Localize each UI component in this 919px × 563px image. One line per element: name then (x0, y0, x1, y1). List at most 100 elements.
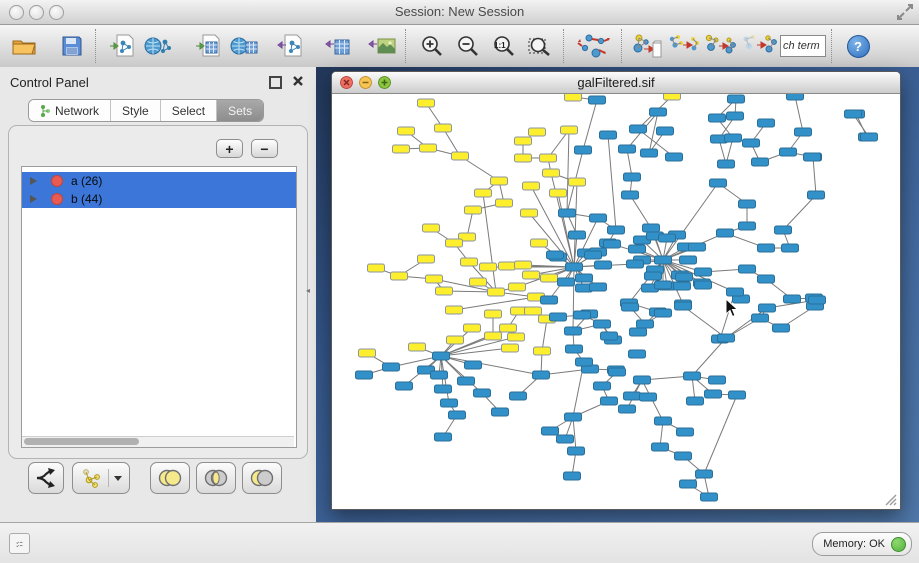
graph-node[interactable] (728, 95, 745, 103)
remove-set-button[interactable]: − (251, 139, 278, 158)
graph-node[interactable] (725, 134, 742, 142)
graph-node[interactable] (752, 314, 769, 322)
list-item-set-b[interactable]: b (44) (22, 190, 296, 208)
graph-node[interactable] (624, 392, 641, 400)
graph-node[interactable] (426, 275, 443, 283)
graph-node[interactable] (601, 332, 618, 340)
graph-node[interactable] (521, 209, 538, 217)
new-network-from-selection-selected-edges-button[interactable] (666, 28, 702, 64)
graph-node[interactable] (666, 153, 683, 161)
graph-node[interactable] (629, 245, 646, 253)
graph-node[interactable] (541, 274, 558, 282)
graph-node[interactable] (695, 281, 712, 289)
union-sets-button[interactable] (150, 462, 190, 494)
graph-node[interactable] (447, 336, 464, 344)
graph-node[interactable] (627, 260, 644, 268)
graph-node[interactable] (655, 309, 672, 317)
intersect-sets-button[interactable] (196, 462, 236, 494)
graph-node[interactable] (523, 271, 540, 279)
zoom-in-button[interactable] (414, 28, 450, 64)
graph-node[interactable] (569, 178, 586, 186)
graph-node[interactable] (435, 385, 452, 393)
graph-node[interactable] (543, 169, 560, 177)
graph-node[interactable] (485, 310, 502, 318)
graph-node[interactable] (845, 110, 862, 118)
graph-node[interactable] (452, 152, 469, 160)
graph-node[interactable] (565, 413, 582, 421)
graph-node[interactable] (759, 304, 776, 312)
graph-node[interactable] (804, 153, 821, 161)
graph-node[interactable] (509, 283, 526, 291)
graph-node[interactable] (531, 239, 548, 247)
graph-node[interactable] (676, 273, 693, 281)
graph-node[interactable] (491, 177, 508, 185)
graph-node[interactable] (619, 405, 636, 413)
graph-node[interactable] (809, 296, 826, 304)
graph-node[interactable] (687, 397, 704, 405)
graph-node[interactable] (393, 145, 410, 153)
graph-node[interactable] (630, 125, 647, 133)
graph-node[interactable] (709, 376, 726, 384)
graph-node[interactable] (629, 350, 646, 358)
export-table-button[interactable] (320, 28, 356, 64)
graph-node[interactable] (433, 352, 450, 360)
graph-node[interactable] (739, 265, 756, 273)
graph-node[interactable] (675, 302, 692, 310)
graph-node[interactable] (550, 189, 567, 197)
graph-node[interactable] (515, 137, 532, 145)
graph-node[interactable] (655, 417, 672, 425)
graph-node[interactable] (464, 324, 481, 332)
new-network-from-selection-button[interactable] (702, 28, 738, 64)
open-session-button[interactable] (6, 28, 42, 64)
graph-node[interactable] (784, 295, 801, 303)
graph-node[interactable] (525, 307, 542, 315)
import-network-url-button[interactable] (140, 28, 176, 64)
graph-node[interactable] (773, 324, 790, 332)
graph-node[interactable] (780, 148, 797, 156)
graph-node[interactable] (568, 447, 585, 455)
graph-node[interactable] (576, 274, 593, 282)
list-item-set-a[interactable]: a (26) (22, 172, 296, 190)
graph-node[interactable] (431, 371, 448, 379)
graph-node[interactable] (652, 443, 669, 451)
graph-node[interactable] (589, 96, 606, 104)
graph-node[interactable] (550, 313, 567, 321)
graph-node[interactable] (423, 224, 440, 232)
graph-node[interactable] (861, 133, 878, 141)
apply-layout-button[interactable] (572, 28, 616, 64)
graph-node[interactable] (585, 251, 602, 259)
graph-node[interactable] (677, 428, 694, 436)
graph-node[interactable] (743, 139, 760, 147)
fullscreen-icon[interactable] (896, 3, 914, 21)
graph-node[interactable] (705, 390, 722, 398)
graph-node[interactable] (435, 433, 452, 441)
graph-node[interactable] (458, 377, 475, 385)
graph-node[interactable] (609, 368, 626, 376)
graph-node[interactable] (561, 126, 578, 134)
graph-node[interactable] (758, 119, 775, 127)
graph-node[interactable] (435, 124, 452, 132)
tab-sets[interactable]: Sets (217, 100, 263, 121)
search-input[interactable] (780, 35, 826, 57)
zoom-out-button[interactable] (450, 28, 486, 64)
graph-node[interactable] (500, 324, 517, 332)
graph-node[interactable] (674, 282, 691, 290)
graph-node[interactable] (640, 393, 657, 401)
first-neighbors-button[interactable] (738, 28, 780, 64)
graph-node[interactable] (508, 333, 525, 341)
graph-node[interactable] (474, 389, 491, 397)
graph-node[interactable] (675, 452, 692, 460)
graph-node[interactable] (604, 240, 621, 248)
graph-node[interactable] (488, 288, 505, 296)
graph-node[interactable] (710, 179, 727, 187)
graph-node[interactable] (795, 128, 812, 136)
graph-node[interactable] (717, 229, 734, 237)
graph-node[interactable] (465, 206, 482, 214)
graph-node[interactable] (564, 472, 581, 480)
graph-node[interactable] (566, 263, 583, 271)
graph-node[interactable] (608, 226, 625, 234)
scrollbar-thumb[interactable] (24, 438, 139, 445)
graph-node[interactable] (657, 127, 674, 135)
graph-node[interactable] (701, 493, 718, 501)
graph-node[interactable] (529, 128, 546, 136)
